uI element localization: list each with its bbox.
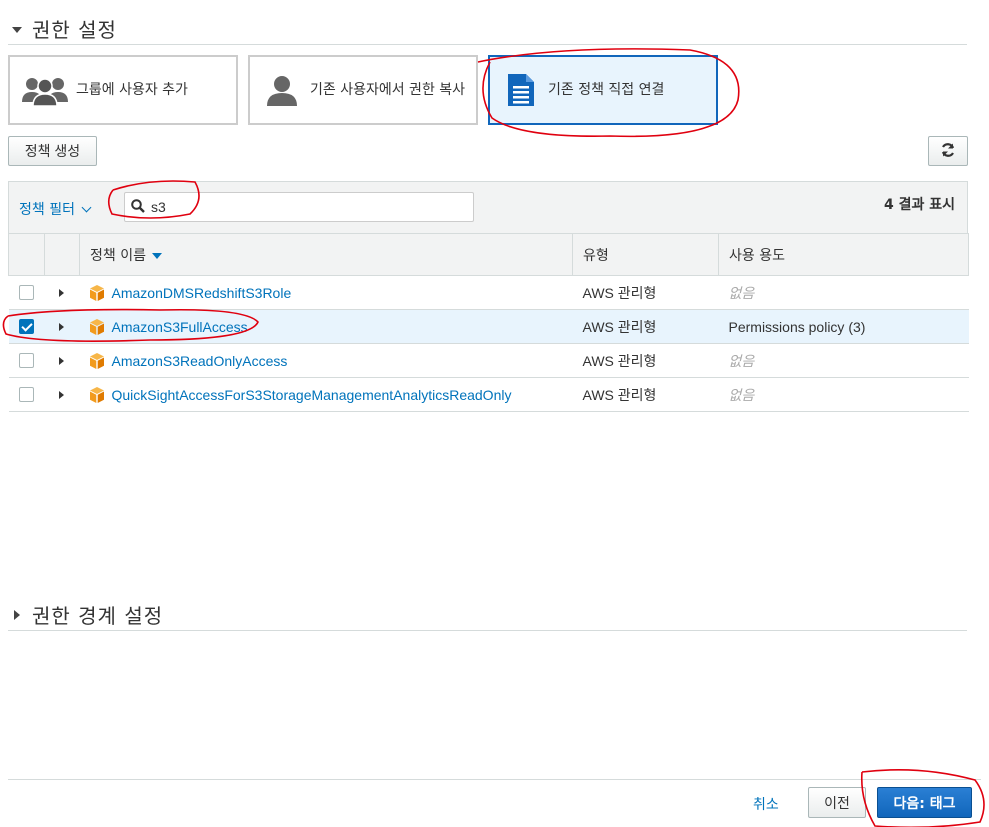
row-checkbox-cell [8,377,45,412]
table-row[interactable]: AmazonS3FullAccess AWS 관리형 Permissions pol… [8,309,969,344]
policy-name-cell: AmazonS3ReadOnlyAccess [79,343,573,378]
policy-usage-cell: 없음 [718,377,969,412]
row-expand-cell [44,377,80,412]
policy-type-cell: AWS 관리형 [572,309,719,344]
policy-type-cell: AWS 관리형 [572,275,719,310]
policy-table: 정책 이름 유형 사용 용도 AmazonDMSRedshiftS3Role AW… [8,233,969,412]
create-policy-button[interactable]: 정책 생성 [8,136,97,166]
column-header-policy-name[interactable]: 정책 이름 [79,233,573,276]
chevron-down-icon [81,202,92,212]
row-expand-cell [44,275,80,310]
create-policy-label: 정책 생성 [24,143,81,159]
table-header-row: 정책 이름 유형 사용 용도 [8,233,969,276]
table-row[interactable]: AmazonDMSRedshiftS3Role AWS 관리형 없음 [8,275,969,310]
policy-name-link[interactable]: AmazonS3ReadOnlyAccess [112,353,288,369]
refresh-icon [940,142,956,161]
policy-usage-cell: 없음 [718,275,969,310]
policy-name-link[interactable]: QuickSightAccessForS3StorageManagementAn… [112,387,512,403]
policy-name-link[interactable]: AmazonDMSRedshiftS3Role [112,285,292,301]
row-checkbox[interactable] [18,387,34,402]
row-checkbox[interactable] [18,319,34,334]
filter-bar: 정책 필터 4 결과 표시 [8,181,968,233]
table-row[interactable]: QuickSightAccessForS3StorageManagementAn… [8,377,969,412]
header-checkbox-cell [8,233,45,276]
option-attach-policy[interactable]: 기존 정책 직접 연결 [488,55,718,125]
policy-type-cell: AWS 관리형 [572,343,719,378]
cube-icon [89,352,104,369]
option-copy-from-user[interactable]: 기존 사용자에서 권한 복사 [248,55,478,125]
row-checkbox[interactable] [18,353,34,368]
caret-down-icon [10,21,26,37]
document-icon [506,72,536,108]
row-checkbox-cell [8,343,45,378]
previous-button[interactable]: 이전 [808,787,866,818]
divider [8,630,967,631]
search-box[interactable] [124,192,474,222]
boundary-section-header[interactable]: 권한 경계 설정 [10,600,163,629]
section-title: 권한 경계 설정 [32,604,164,628]
column-label: 유형 [583,247,609,264]
table-row[interactable]: AmazonS3ReadOnlyAccess AWS 관리형 없음 [8,343,969,378]
column-label: 사용 용도 [729,247,785,264]
column-header-usage[interactable]: 사용 용도 [718,233,969,276]
result-count: 4 결과 표시 [883,197,955,213]
divider [8,44,967,45]
row-checkbox-cell [8,275,45,310]
policy-usage-cell: 없음 [718,343,969,378]
option-label: 그룹에 사용자 추가 [76,82,188,98]
refresh-button[interactable] [928,136,968,166]
cube-icon [89,318,104,335]
policy-usage-cell: Permissions policy (3) [718,309,969,344]
search-icon [131,198,145,217]
option-label: 기존 정책 직접 연결 [548,82,665,98]
policy-table-container: 정책 필터 4 결과 표시 정책 이름 유형 [8,181,969,412]
row-expand-cell [44,343,80,378]
previous-label: 이전 [824,794,850,811]
row-expand-cell [44,309,80,344]
permissions-section-header[interactable]: 권한 설정 [10,14,117,43]
header-expand-cell [44,233,80,276]
sort-desc-icon [151,252,162,259]
policy-name-cell: QuickSightAccessForS3StorageManagementAn… [79,377,573,412]
next-tags-button[interactable]: 다음: 태그 [877,787,972,818]
expand-arrow-icon[interactable] [58,322,64,331]
column-label: 정책 이름 [90,247,146,264]
column-header-type[interactable]: 유형 [572,233,719,276]
cancel-button[interactable]: 취소 [753,794,779,814]
policy-name-cell: AmazonDMSRedshiftS3Role [79,275,573,310]
policy-type-cell: AWS 관리형 [572,377,719,412]
policy-name-link[interactable]: AmazonS3FullAccess [112,319,248,335]
users-group-icon [22,74,68,106]
footer-divider [8,779,981,780]
option-label: 기존 사용자에서 권한 복사 [310,82,466,98]
next-label: 다음: 태그 [893,795,956,812]
section-title: 권한 설정 [32,18,117,42]
expand-arrow-icon[interactable] [58,288,64,297]
policy-filter-dropdown[interactable]: 정책 필터 [19,199,92,219]
cube-icon [89,284,104,301]
search-input[interactable] [151,199,451,215]
cube-icon [89,386,104,403]
policy-name-cell: AmazonS3FullAccess [79,309,573,344]
expand-arrow-icon[interactable] [58,356,64,365]
row-checkbox[interactable] [18,285,34,300]
row-checkbox-cell [8,309,45,344]
filter-label: 정책 필터 [19,202,75,218]
user-icon [266,74,298,106]
option-add-to-group[interactable]: 그룹에 사용자 추가 [8,55,238,125]
caret-right-icon [10,607,26,623]
expand-arrow-icon[interactable] [58,390,64,399]
